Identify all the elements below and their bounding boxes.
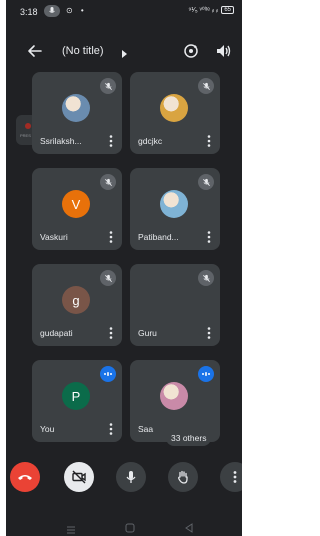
others-count-badge[interactable]: 33 others (166, 430, 212, 446)
participant-name: gdcjkc (138, 136, 163, 146)
speaking-indicator-icon (198, 366, 214, 382)
speaker-icon[interactable] (214, 42, 232, 60)
mic-icon (126, 471, 136, 483)
recents-icon[interactable] (66, 521, 76, 534)
participant-name: Ssrilaksh... (40, 136, 82, 146)
raise-hand-icon (178, 470, 188, 484)
avatar-initial: P (62, 382, 90, 410)
more-options-button[interactable] (220, 462, 242, 492)
mic-off-icon (100, 270, 116, 286)
call-controls (6, 462, 242, 498)
mic-indicator-icon (44, 5, 60, 17)
switch-camera-icon[interactable] (182, 42, 200, 60)
recording-dot-icon (25, 123, 31, 129)
more-vert-icon[interactable] (108, 326, 114, 340)
avatar-photo (160, 94, 188, 122)
speaking-indicator-icon (100, 366, 116, 382)
presentation-chip-label: PRES (20, 133, 31, 138)
participant-name: Patiband... (138, 232, 179, 242)
hangup-button[interactable] (10, 462, 40, 492)
more-vert-icon[interactable] (108, 134, 114, 148)
avatar-initial: g (62, 286, 90, 314)
home-icon[interactable] (125, 520, 135, 533)
notification-icons: ⊙ • (66, 6, 87, 15)
participant-tile[interactable]: P You (32, 360, 122, 442)
nav-back-icon[interactable] (184, 520, 194, 533)
avatar-initial: V (62, 190, 90, 218)
participant-name: Guru (138, 328, 157, 338)
phone-screen: 3:18 ⊙ • ⁹¹⁄₅ ᵛ⁰ˡᵗᵉ ᵢₗ ᵢₗ 65 (No title) … (6, 0, 242, 536)
microphone-button[interactable] (116, 462, 146, 492)
battery-icon: 65 (221, 6, 234, 14)
participant-tile[interactable]: gdcjkc (130, 72, 220, 154)
mic-off-icon (198, 174, 214, 190)
back-arrow-icon[interactable] (26, 42, 44, 60)
more-vert-icon[interactable] (206, 326, 212, 340)
participant-tile[interactable]: Ssrilaksh... (32, 72, 122, 154)
more-vert-icon (233, 471, 237, 483)
mic-off-icon (198, 270, 214, 286)
status-time: 3:18 (20, 7, 38, 17)
meeting-title[interactable]: (No title) (62, 45, 104, 57)
participant-name: gudapati (40, 328, 73, 338)
mic-off-icon (198, 78, 214, 94)
participant-tile[interactable]: Guru (130, 264, 220, 346)
camera-off-icon (72, 470, 86, 484)
mic-off-icon (100, 78, 116, 94)
participant-tile[interactable]: Patiband... (130, 168, 220, 250)
more-vert-icon[interactable] (108, 422, 114, 436)
participant-name: Saa (138, 424, 154, 434)
system-icons: ⁹¹⁄₅ ᵛ⁰ˡᵗᵉ ᵢₗ ᵢₗ 65 (188, 6, 234, 14)
camera-toggle-button[interactable] (64, 462, 94, 492)
more-vert-icon[interactable] (206, 230, 212, 244)
more-vert-icon[interactable] (206, 134, 212, 148)
raise-hand-button[interactable] (168, 462, 198, 492)
avatar-photo (160, 190, 188, 218)
avatar-photo (160, 382, 188, 410)
chevron-right-icon[interactable] (120, 46, 128, 58)
mic-off-icon (100, 174, 116, 190)
network-icons: ⁹¹⁄₅ ᵛ⁰ˡᵗᵉ ᵢₗ ᵢₗ (188, 7, 219, 14)
participant-tile[interactable]: V Vaskuri (32, 168, 122, 250)
participant-name: Vaskuri (40, 232, 68, 242)
call-header: (No title) (6, 36, 242, 66)
status-bar: 3:18 ⊙ • ⁹¹⁄₅ ᵛ⁰ˡᵗᵉ ᵢₗ ᵢₗ 65 (6, 0, 242, 22)
participant-name: You (40, 424, 55, 434)
system-navigation-bar (6, 514, 242, 536)
avatar-photo (62, 94, 90, 122)
participant-tile[interactable]: g gudapati (32, 264, 122, 346)
hangup-icon (18, 475, 32, 480)
more-vert-icon[interactable] (108, 230, 114, 244)
